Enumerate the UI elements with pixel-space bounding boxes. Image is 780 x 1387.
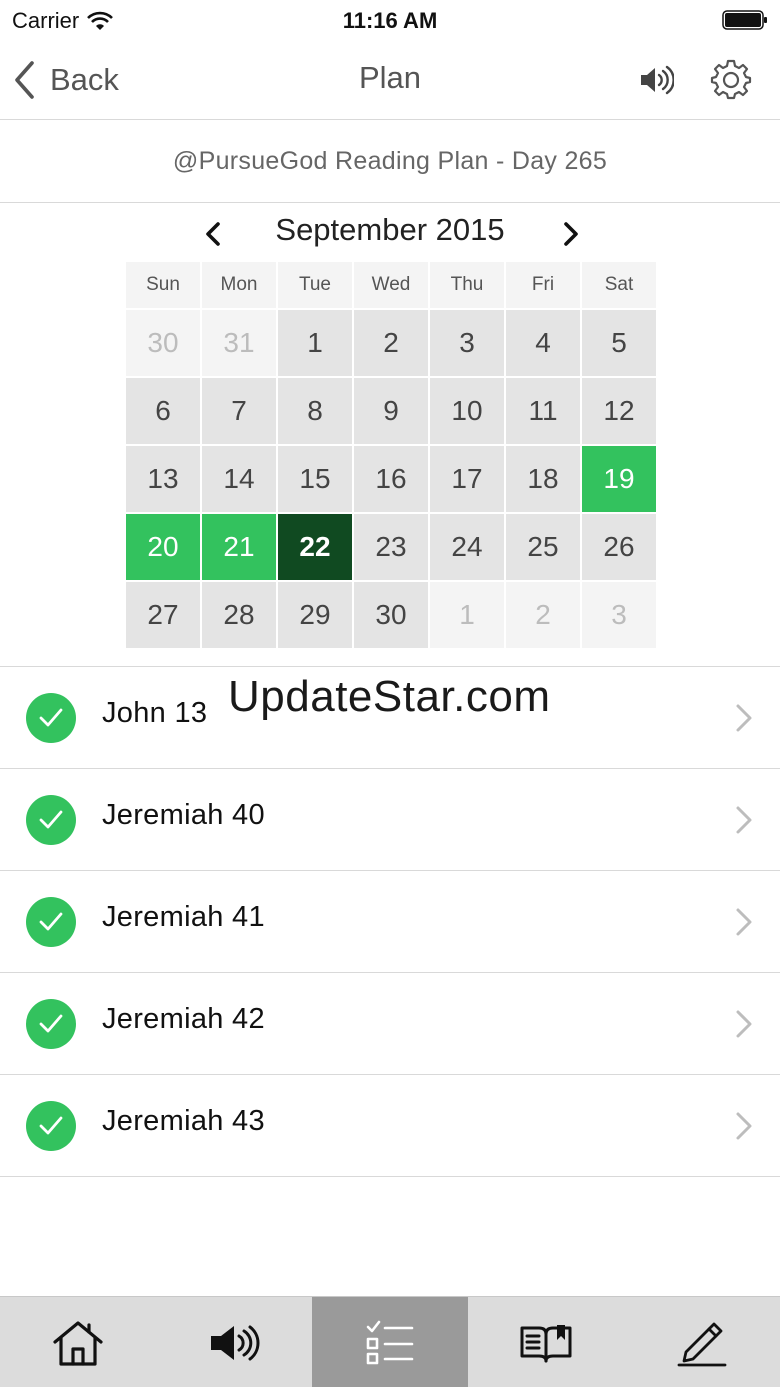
calendar-day-normal[interactable]: 8 — [278, 378, 352, 444]
calendar-day-normal[interactable]: 10 — [430, 378, 504, 444]
calendar-day-normal[interactable]: 24 — [430, 514, 504, 580]
calendar-day-normal[interactable]: 12 — [582, 378, 656, 444]
calendar-day-done[interactable]: 21 — [202, 514, 276, 580]
calendar-day-normal[interactable]: 29 — [278, 582, 352, 648]
calendar-day-other[interactable]: 3 — [582, 582, 656, 648]
audio-button[interactable] — [638, 62, 674, 98]
weekday-label: Sat — [582, 262, 656, 308]
calendar-day-normal[interactable]: 25 — [506, 514, 580, 580]
reading-label: Jeremiah 42 — [102, 1003, 265, 1035]
reading-row-jeremiah-41[interactable]: Jeremiah 41 — [0, 871, 780, 973]
calendar-day-normal[interactable]: 30 — [354, 582, 428, 648]
reading-label: Jeremiah 41 — [102, 901, 265, 933]
weekday-label: Mon — [202, 262, 276, 308]
reading-label: Jeremiah 43 — [102, 1105, 265, 1137]
reading-label: John 13 — [102, 697, 208, 729]
navigation-bar: Back Plan — [0, 40, 780, 120]
calendar-day-normal[interactable]: 4 — [506, 310, 580, 376]
calendar-day-other[interactable]: 2 — [506, 582, 580, 648]
tab-notes[interactable] — [624, 1297, 780, 1387]
plan-title: @PursueGod Reading Plan - Day 265 — [0, 121, 780, 203]
checklist-icon — [366, 1320, 414, 1364]
calendar-grid: Sun Mon Tue Wed Thu Fri Sat 30 31 1 2 3 4 5 6 7 8… — [126, 262, 656, 648]
reading-row-jeremiah-43[interactable]: Jeremiah 43 — [0, 1075, 780, 1177]
calendar-header: September 2015 — [0, 204, 780, 262]
calendar-day-normal[interactable]: 14 — [202, 446, 276, 512]
calendar-day-normal[interactable]: 26 — [582, 514, 656, 580]
status-bar: Carrier 11:16 AM — [0, 0, 780, 40]
tab-plan[interactable] — [312, 1297, 468, 1387]
reading-label: Jeremiah 40 — [102, 799, 265, 831]
status-time: 11:16 AM — [342, 8, 438, 33]
reading-list: John 13 Jeremiah 40 Jeremiah 41 Jeremiah… — [0, 666, 780, 1177]
calendar-day-cells: 30 31 1 2 3 4 5 6 7 8 9 10 11 12 13 14 15 16 17 18 19 20 21 22 2… — [126, 310, 656, 648]
reading-row-jeremiah-42[interactable]: Jeremiah 42 — [0, 973, 780, 1075]
book-icon — [520, 1324, 572, 1362]
completed-check-icon — [26, 1101, 76, 1151]
tab-bar — [0, 1296, 780, 1387]
calendar-day-done[interactable]: 19 — [582, 446, 656, 512]
settings-gear-icon[interactable] — [710, 58, 752, 100]
weekday-label: Wed — [354, 262, 428, 308]
chevron-right-icon — [736, 908, 752, 936]
weekday-label: Sun — [126, 262, 200, 308]
battery-icon — [722, 10, 767, 30]
weekday-label: Thu — [430, 262, 504, 308]
speaker-icon — [211, 1325, 260, 1360]
tab-home[interactable] — [0, 1297, 156, 1387]
next-month-button[interactable] — [552, 216, 588, 252]
calendar-day-done[interactable]: 20 — [126, 514, 200, 580]
calendar-day-normal[interactable]: 18 — [506, 446, 580, 512]
calendar-day-normal[interactable]: 13 — [126, 446, 200, 512]
calendar-day-normal[interactable]: 3 — [430, 310, 504, 376]
calendar-day-other[interactable]: 1 — [430, 582, 504, 648]
calendar-day-normal[interactable]: 6 — [126, 378, 200, 444]
calendar-weekday-row: Sun Mon Tue Wed Thu Fri Sat — [126, 262, 656, 308]
reading-row-jeremiah-40[interactable]: Jeremiah 40 — [0, 769, 780, 871]
calendar-day-normal[interactable]: 17 — [430, 446, 504, 512]
completed-check-icon — [26, 897, 76, 947]
weekday-label: Fri — [506, 262, 580, 308]
chevron-right-icon — [736, 806, 752, 834]
calendar-day-normal[interactable]: 11 — [506, 378, 580, 444]
calendar-day-normal[interactable]: 15 — [278, 446, 352, 512]
calendar-day-other[interactable]: 30 — [126, 310, 200, 376]
calendar-day-other[interactable]: 31 — [202, 310, 276, 376]
watermark-text: UpdateStar.com — [228, 672, 551, 721]
weekday-label: Tue — [278, 262, 352, 308]
completed-check-icon — [26, 693, 76, 743]
calendar-month-label: September 2015 — [275, 212, 505, 247]
calendar-day-normal[interactable]: 1 — [278, 310, 352, 376]
calendar-day-normal[interactable]: 7 — [202, 378, 276, 444]
calendar-day-normal[interactable]: 28 — [202, 582, 276, 648]
calendar-day-normal[interactable]: 9 — [354, 378, 428, 444]
completed-check-icon — [26, 795, 76, 845]
calendar-day-normal[interactable]: 5 — [582, 310, 656, 376]
chevron-right-icon — [736, 1112, 752, 1140]
pencil-icon — [677, 1322, 727, 1366]
calendar-day-normal[interactable]: 27 — [126, 582, 200, 648]
tab-read[interactable] — [468, 1297, 624, 1387]
completed-check-icon — [26, 999, 76, 1049]
calendar-day-normal[interactable]: 23 — [354, 514, 428, 580]
calendar-day-normal[interactable]: 2 — [354, 310, 428, 376]
calendar-day-normal[interactable]: 16 — [354, 446, 428, 512]
tab-audio[interactable] — [156, 1297, 312, 1387]
calendar-day-today[interactable]: 22 — [278, 514, 352, 580]
chevron-right-icon — [736, 1010, 752, 1038]
chevron-right-icon — [736, 704, 752, 732]
home-icon — [53, 1320, 103, 1366]
